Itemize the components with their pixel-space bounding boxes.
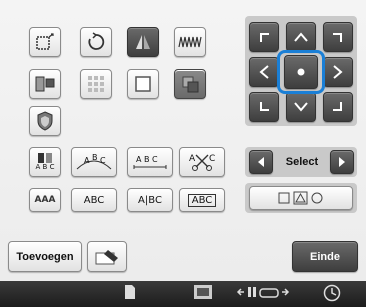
font-sample-abc-cursor: A|BC: [138, 194, 162, 206]
spacing-text-button[interactable]: A B C: [127, 147, 173, 177]
add-button-label: Toevoegen: [16, 250, 74, 263]
eraser-button[interactable]: [87, 241, 127, 272]
shield-icon: [37, 111, 53, 131]
applique-button[interactable]: [29, 106, 61, 136]
array-button[interactable]: [29, 69, 61, 99]
chevron-left-icon: [259, 65, 269, 79]
select-next-button[interactable]: [330, 150, 354, 174]
density-button[interactable]: [174, 27, 206, 57]
chevron-up-icon: [294, 32, 308, 42]
chevron-right-icon: [333, 65, 343, 79]
move-up-right-button[interactable]: [323, 22, 353, 52]
font-sample-aaa: AAA: [34, 195, 56, 205]
svg-text:C: C: [100, 156, 106, 165]
abc-cursor-button[interactable]: A|BC: [127, 188, 173, 212]
move-right-button[interactable]: [323, 57, 353, 87]
corner-up-right-icon: [333, 33, 342, 42]
spacing-icon: A B C: [133, 155, 167, 169]
mirror-icon: [136, 35, 150, 49]
corner-up-left-icon: [260, 33, 269, 42]
layer-icon: [182, 76, 199, 93]
font-sample-abc-box: ABC: [83, 194, 105, 206]
svg-text:B: B: [92, 153, 98, 162]
svg-text:A: A: [84, 156, 90, 165]
clock-icon[interactable]: [320, 284, 344, 306]
frame-size-button[interactable]: [29, 27, 61, 57]
svg-text:A B C: A B C: [136, 155, 158, 164]
triangle-left-icon: [258, 157, 264, 167]
density-icon: [178, 36, 202, 48]
scissors-text-icon: A C: [189, 154, 215, 171]
border-button[interactable]: [127, 69, 159, 99]
grid-icon: [88, 76, 104, 92]
font-sample-abc-boxed: ABC: [187, 193, 217, 207]
arc-text-icon: A B C: [76, 153, 112, 170]
cut-text-button[interactable]: A C: [179, 147, 225, 177]
bottom-status-bar: [0, 281, 366, 307]
center-highlight: [277, 50, 325, 94]
move-down-right-button[interactable]: [323, 92, 353, 122]
rotate-icon: [88, 32, 105, 50]
spools-icon: [38, 153, 52, 163]
abc-boxed-button[interactable]: ABC: [179, 188, 225, 212]
font-button[interactable]: A B C: [29, 147, 61, 177]
border-icon: [135, 76, 151, 92]
font-sample-abc-small: A B C: [35, 163, 55, 171]
array-icon: [35, 76, 55, 92]
rotate-button[interactable]: [80, 27, 112, 57]
shapes-icon: [278, 191, 323, 205]
grid-button[interactable]: [80, 69, 112, 99]
document-icon[interactable]: [120, 284, 140, 304]
svg-text:A: A: [189, 154, 196, 164]
chevron-down-icon: [294, 102, 308, 112]
move-up-button[interactable]: [286, 22, 316, 52]
svg-text:C: C: [209, 154, 215, 164]
help-icon[interactable]: [190, 284, 216, 304]
triangle-right-icon: [339, 157, 345, 167]
end-button-label: Einde: [310, 250, 340, 263]
arc-text-button[interactable]: A B C: [71, 147, 117, 177]
mirror-button[interactable]: [127, 27, 159, 57]
move-down-left-button[interactable]: [249, 92, 279, 122]
move-left-button[interactable]: [249, 57, 279, 87]
abc-box-button[interactable]: ABC: [71, 188, 117, 212]
aaa-button[interactable]: AAA: [29, 188, 61, 212]
move-up-left-button[interactable]: [249, 22, 279, 52]
frame-resize-icon: [36, 33, 54, 50]
add-button[interactable]: Toevoegen: [8, 241, 82, 272]
end-button[interactable]: Einde: [292, 241, 358, 272]
shape-select-button[interactable]: [249, 186, 353, 210]
move-down-button[interactable]: [286, 92, 316, 122]
eraser-icon: [95, 249, 118, 264]
presser-foot-icon[interactable]: [233, 284, 293, 304]
corner-down-left-icon: [260, 102, 269, 111]
layer-button[interactable]: [174, 69, 206, 99]
select-prev-button[interactable]: [249, 150, 273, 174]
embroidery-edit-screen: A B C A B C A B C A C AAA ABC A|BC ABC S…: [0, 0, 366, 281]
corner-down-right-icon: [333, 102, 342, 111]
select-label: Select: [285, 156, 319, 168]
